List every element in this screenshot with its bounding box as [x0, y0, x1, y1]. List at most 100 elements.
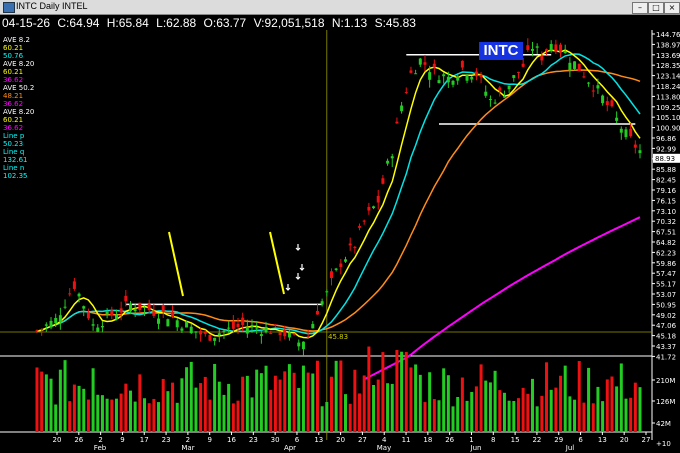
candle-body [404, 92, 408, 94]
annotation-arrow [299, 264, 305, 271]
candle-body [488, 99, 492, 101]
candle-body [325, 291, 329, 293]
x-tick-label: 1 [469, 436, 473, 444]
candle-body [549, 44, 553, 51]
volume-bar [283, 371, 287, 432]
y-tick-label: 50.95 [656, 301, 676, 309]
candle-body [423, 62, 427, 65]
candle-body [278, 332, 282, 336]
y-tick-label: 49.02 [656, 312, 676, 320]
candle-body [44, 324, 48, 326]
candle-body [77, 293, 81, 297]
y-tick-label: 100.90 [656, 125, 680, 133]
volume-bar [545, 362, 549, 432]
candle-body [484, 91, 488, 96]
candle-body [105, 311, 109, 315]
volume-bar [138, 374, 142, 432]
y-tick-label: 64.82 [656, 239, 676, 247]
volume-bar [516, 398, 520, 432]
y-tick-label: 67.51 [656, 229, 676, 237]
candle-body [161, 305, 165, 312]
volume-tick-label: 126M [656, 398, 675, 406]
indicator-entry: 36.62 [3, 76, 24, 84]
candle-body [124, 295, 128, 302]
candle-body [610, 100, 614, 107]
candle-body [297, 342, 301, 347]
candle-body [152, 311, 156, 316]
ma-fast-line [36, 49, 641, 339]
candle-body [114, 315, 118, 320]
candle-body [273, 324, 277, 326]
candle-body [180, 328, 184, 331]
candle-body [54, 318, 58, 324]
indicator-entry: 48.21 [3, 92, 24, 100]
volume-bar [372, 384, 376, 432]
x-tick-label: 26 [74, 436, 83, 444]
candle-body [601, 95, 605, 104]
volume-bar [152, 398, 156, 432]
volume-bar [358, 393, 362, 432]
month-label: May [377, 444, 391, 452]
candle-body [68, 293, 72, 295]
candle-body [344, 259, 348, 262]
volume-bar [591, 403, 595, 432]
volume-bar [381, 352, 385, 432]
volume-bar [479, 364, 483, 432]
candle-body [390, 156, 394, 159]
volume-bar [400, 351, 404, 432]
volume-bar [540, 395, 544, 432]
candle-body [91, 324, 95, 326]
candle-body [315, 310, 319, 315]
volume-bar [535, 406, 539, 432]
volume-bar [353, 369, 357, 432]
volume-bar [189, 361, 193, 432]
volume-bar [432, 399, 436, 432]
volume-bar [470, 391, 474, 432]
volume-bar [161, 378, 165, 432]
candle-body [241, 317, 245, 325]
annotation-trend-line [168, 231, 184, 297]
volume-bar [362, 375, 366, 432]
volume-bar [100, 395, 104, 432]
candle-body [479, 74, 483, 78]
x-tick-label: 4 [382, 436, 387, 444]
month-label: Jul [565, 444, 575, 452]
x-tick-label: 8 [491, 436, 495, 444]
candle-body [573, 61, 577, 69]
x-tick-label: 6 [578, 436, 583, 444]
candle-body [432, 63, 436, 68]
volume-bar [213, 363, 217, 432]
annotation-arrow [285, 284, 291, 291]
volume-bar [587, 367, 591, 432]
indicator-entry: 60.21 [3, 68, 24, 76]
candle-body [222, 330, 226, 332]
y-tick-label: 43.37 [656, 343, 676, 351]
candle-body [250, 324, 254, 327]
candle-body [287, 332, 291, 338]
volume-bar [409, 367, 413, 432]
price-chart[interactable]: 144.76 138.97 133.69 128.35 123.14 118.24 113.… [0, 0, 680, 453]
candle-body [358, 226, 362, 228]
volume-bar [348, 403, 352, 432]
volume-bar [596, 386, 600, 432]
candle-body [143, 307, 147, 309]
x-tick-label: 20 [336, 436, 345, 444]
candle-body [306, 336, 310, 338]
y-tick-label: 47.06 [656, 322, 677, 330]
volume-bar [624, 398, 628, 432]
candle-body [72, 281, 76, 289]
candle-body [554, 44, 558, 53]
candle-body [367, 206, 371, 211]
volume-bar [315, 360, 319, 432]
candle-body [451, 80, 455, 85]
candle-body [619, 128, 623, 133]
volume-bar [110, 399, 114, 432]
symbol-badge: INTC [479, 42, 523, 60]
volume-bar [199, 383, 203, 432]
candle-body [245, 326, 249, 334]
ma-slow-line [36, 69, 641, 332]
candle-body [264, 326, 268, 333]
volume-bar [601, 401, 605, 432]
y-tick-label: 138.97 [656, 41, 680, 49]
volume-bar [577, 361, 581, 432]
